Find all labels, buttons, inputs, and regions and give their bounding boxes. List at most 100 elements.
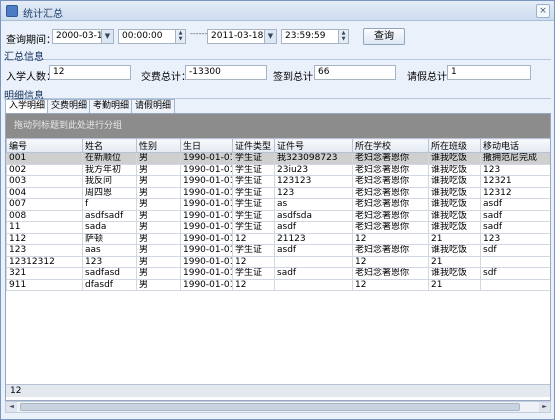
table-cell[interactable]: [480, 278, 550, 291]
table-cell[interactable]: 谁我吃饭: [428, 244, 481, 257]
table-row[interactable]: 004周四恩男1990-01-01学生证123老妇念著恩你谁我吃饭123121: [6, 186, 550, 199]
table-cell[interactable]: 老妇念著恩你: [352, 163, 429, 176]
col-header-id-type[interactable]: 证件类型: [232, 138, 275, 153]
table-cell[interactable]: 学生证: [232, 186, 275, 199]
table-cell[interactable]: 老妇念著恩你: [352, 186, 429, 199]
table-cell[interactable]: 男: [136, 209, 181, 222]
table-cell[interactable]: 男: [136, 221, 181, 234]
table-cell[interactable]: 男: [136, 198, 181, 211]
table-row[interactable]: 911 dfasdf 男 1990-01-01 12 12 21: [6, 278, 550, 291]
table-cell[interactable]: 11: [6, 221, 83, 234]
table-cell[interactable]: 1990-01-01: [180, 232, 233, 245]
table-cell[interactable]: 123: [480, 163, 550, 176]
table-cell[interactable]: 004: [6, 186, 83, 199]
table-cell[interactable]: 谁我吃饭: [428, 198, 481, 211]
scroll-left-icon[interactable]: ◄: [6, 402, 17, 412]
table-cell[interactable]: 23iu23: [274, 163, 353, 176]
table-row[interactable]: 007f男1990-01-01学生证as老妇念著恩你谁我吃饭asdfa: [6, 198, 550, 211]
table-cell[interactable]: 学生证: [232, 152, 275, 165]
table-cell[interactable]: 12: [352, 278, 429, 291]
table-cell[interactable]: 谁我吃饭: [428, 221, 481, 234]
table-cell[interactable]: 萨顿: [82, 232, 137, 245]
table-cell[interactable]: 谁我吃饭: [428, 267, 481, 280]
table-cell[interactable]: 谁我吃饭: [428, 175, 481, 188]
start-date-picker[interactable]: 2000-03-18 ▼: [52, 29, 114, 44]
table-cell[interactable]: 1990-01-01: [180, 267, 233, 280]
table-cell[interactable]: 男: [136, 278, 181, 291]
table-cell[interactable]: 112: [6, 232, 83, 245]
table-cell[interactable]: 123: [274, 186, 353, 199]
table-cell[interactable]: 我反问: [82, 175, 137, 188]
table-cell[interactable]: sadf: [274, 267, 353, 280]
table-cell[interactable]: 12: [352, 255, 429, 268]
chevron-down-icon[interactable]: ▼: [101, 30, 113, 43]
tab-enroll[interactable]: 入学明细: [5, 99, 50, 114]
query-button[interactable]: 查询: [363, 28, 405, 45]
table-cell[interactable]: 学生证: [232, 163, 275, 176]
table-cell[interactable]: 男: [136, 244, 181, 257]
table-cell[interactable]: 21123: [274, 232, 353, 245]
table-cell[interactable]: asdfsadf: [82, 209, 137, 222]
leave-field[interactable]: 1: [447, 65, 531, 80]
table-cell[interactable]: 周四恩: [82, 186, 137, 199]
table-cell[interactable]: 12321: [480, 175, 550, 188]
table-cell[interactable]: 21: [428, 278, 481, 291]
table-cell[interactable]: 001: [6, 152, 83, 165]
table-cell[interactable]: 1990-01-01: [180, 198, 233, 211]
col-header-name[interactable]: 姓名: [82, 138, 137, 153]
fee-field[interactable]: -13300: [185, 65, 267, 80]
table-row[interactable]: 002 我方年初男 1990-01-01 学生证 23iu23 老妇念著恩你 谁我吃饭 123…: [6, 163, 550, 176]
chevron-down-icon[interactable]: ▼: [264, 30, 276, 43]
table-cell[interactable]: 1990-01-01: [180, 152, 233, 165]
table-cell[interactable]: 学生证: [232, 198, 275, 211]
table-row[interactable]: 112萨顿男1990-01-01122112312211231: [6, 232, 550, 245]
table-cell[interactable]: 男: [136, 267, 181, 280]
table-cell[interactable]: 在新顺位: [82, 152, 137, 165]
table-cell[interactable]: 我方年初: [82, 163, 137, 176]
table-cell[interactable]: asdfsda: [274, 209, 353, 222]
table-cell[interactable]: 学生证: [232, 175, 275, 188]
tab-leave[interactable]: 请假明细: [131, 99, 176, 113]
table-cell[interactable]: 我323098723: [274, 152, 353, 165]
table-row[interactable]: 008 asdfsadf 男 1990-01-01 学生证 asdfsda 老妇念著恩你 谁我…: [6, 209, 550, 222]
table-cell[interactable]: aas: [82, 244, 137, 257]
table-cell[interactable]: 1990-01-01: [180, 278, 233, 291]
table-cell[interactable]: [274, 255, 353, 268]
table-cell[interactable]: 123: [82, 255, 137, 268]
table-cell[interactable]: 谁我吃饭: [428, 186, 481, 199]
table-cell[interactable]: 123: [6, 244, 83, 257]
table-cell[interactable]: 321: [6, 267, 83, 280]
table-cell[interactable]: 1990-01-01: [180, 209, 233, 222]
table-cell[interactable]: 老妇念著恩你: [352, 152, 429, 165]
table-cell[interactable]: 1990-01-01: [180, 175, 233, 188]
table-cell[interactable]: 002: [6, 163, 83, 176]
table-cell[interactable]: sdf: [480, 267, 550, 280]
col-header-gender[interactable]: 性别: [136, 138, 181, 153]
tab-attendance[interactable]: 考勤明细: [89, 99, 134, 113]
scroll-right-icon[interactable]: ►: [539, 402, 550, 412]
table-cell[interactable]: 男: [136, 186, 181, 199]
table-cell[interactable]: 学生证: [232, 209, 275, 222]
table-cell[interactable]: 1990-01-01: [180, 186, 233, 199]
col-header-mobile[interactable]: 移动电话: [480, 138, 550, 153]
start-time-field[interactable]: 00:00:00 ▲ ▼: [118, 29, 186, 44]
table-cell[interactable]: 学生证: [232, 221, 275, 234]
table-row[interactable]: 12312312 123 男 1990-01-01 12 12 21: [6, 255, 550, 268]
table-cell[interactable]: 1990-01-01: [180, 163, 233, 176]
table-cell[interactable]: asdf: [274, 244, 353, 257]
table-cell[interactable]: sadf: [480, 221, 550, 234]
table-cell[interactable]: 谁我吃饭: [428, 163, 481, 176]
table-cell[interactable]: 007: [6, 198, 83, 211]
table-cell[interactable]: asdf: [480, 198, 550, 211]
table-cell[interactable]: [274, 278, 353, 291]
table-cell[interactable]: 撒拥范尼完成: [480, 152, 550, 165]
table-cell[interactable]: sadfasd: [82, 267, 137, 280]
table-cell[interactable]: 学生证: [232, 244, 275, 257]
table-cell[interactable]: 911: [6, 278, 83, 291]
table-cell[interactable]: 1990-01-01: [180, 221, 233, 234]
table-cell[interactable]: 老妇念著恩你: [352, 221, 429, 234]
table-cell[interactable]: f: [82, 198, 137, 211]
table-cell[interactable]: sdf: [480, 244, 550, 257]
table-row[interactable]: 001 在新顺位男 1990-01-01 学生证 我323098723 老妇念著恩你 谁我吃…: [6, 152, 550, 165]
table-cell[interactable]: [480, 255, 550, 268]
